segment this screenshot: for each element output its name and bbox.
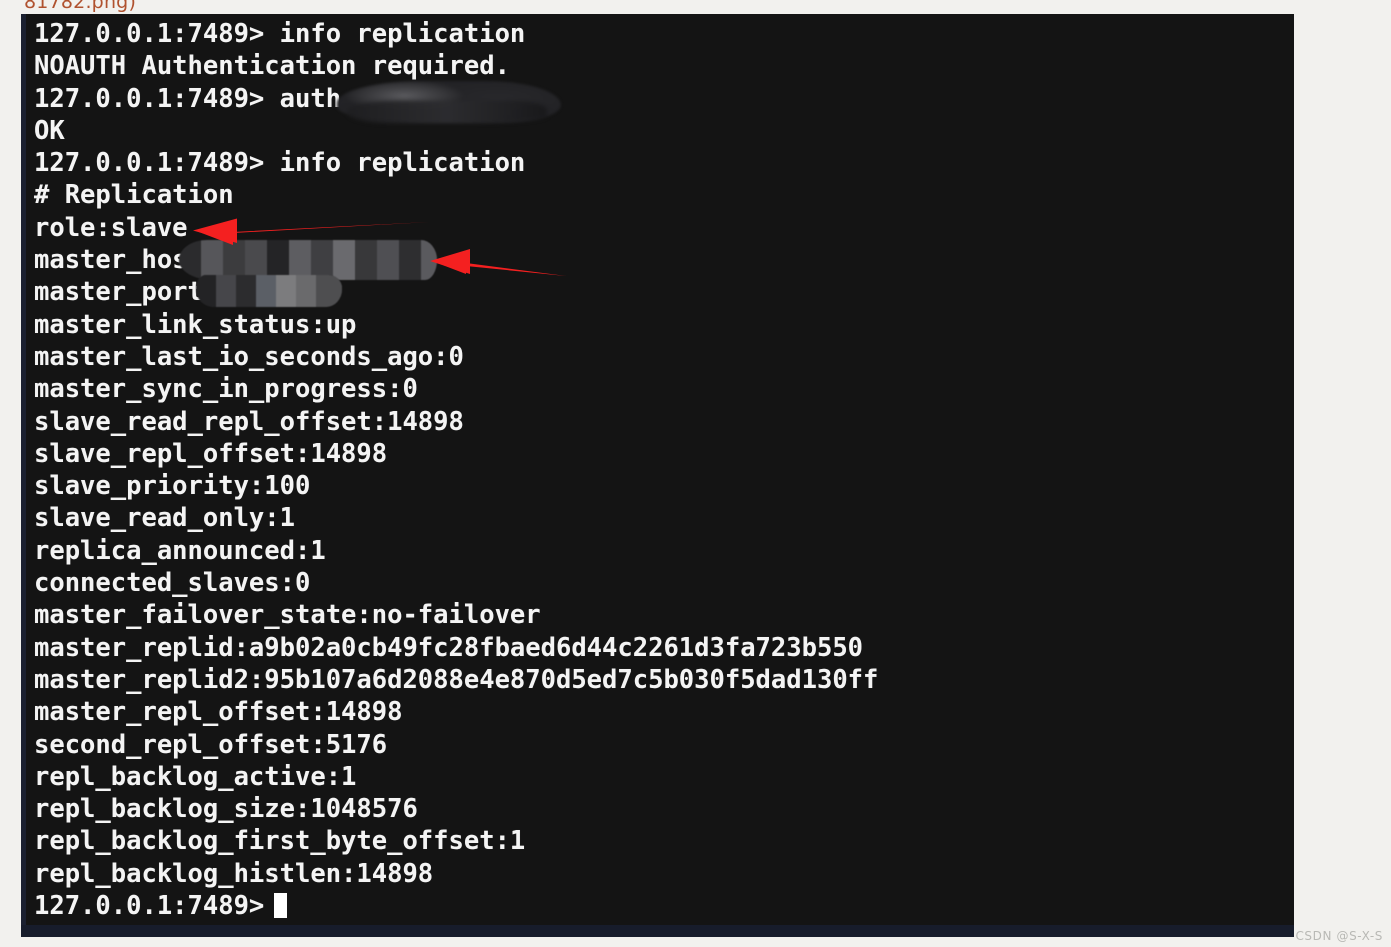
terminal-line-master-failover-state: master_failover_state:no-failover xyxy=(34,600,541,631)
terminal-line-repl-backlog-first-byte: repl_backlog_first_byte_offset:1 xyxy=(34,826,526,857)
prompt-text: 127.0.0.1:7489> xyxy=(34,891,265,922)
terminal-line-role: role:slave xyxy=(34,212,188,243)
terminal-line-slave-read-only: slave_read_only:1 xyxy=(34,503,295,534)
terminal-line-master-link-status: master_link_status:up xyxy=(34,309,357,340)
terminal-window[interactable]: 127.0.0.1:7489> info replication NOAUTH … xyxy=(21,14,1294,937)
csdn-watermark: CSDN @S-X-S xyxy=(1295,929,1383,943)
terminal-line-master-replid2: master_replid2:95b107a6d2088e4e870d5ed7c… xyxy=(34,664,879,695)
terminal-line-repl-backlog-size: repl_backlog_size:1048576 xyxy=(34,794,418,825)
terminal-line-master-sync-in-progress: master_sync_in_progress:0 xyxy=(34,374,418,405)
clipped-caption-text: 81782.png) xyxy=(24,0,137,13)
terminal-line-cmd-3: 127.0.0.1:7489> info replication xyxy=(34,148,526,179)
screenshot-root: 81782.png) 127.0.0.1:7489> info replicat… xyxy=(0,0,1391,947)
terminal-line-slave-read-repl-offset: slave_read_repl_offset:14898 xyxy=(34,406,464,437)
terminal-line-repl-backlog-histlen: repl_backlog_histlen:14898 xyxy=(34,858,434,889)
terminal-line-replica-announced: replica_announced:1 xyxy=(34,535,326,566)
terminal-output: 127.0.0.1:7489> info replication NOAUTH … xyxy=(34,18,1294,922)
terminal-line-master-last-io: master_last_io_seconds_ago:0 xyxy=(34,341,464,372)
text-cursor xyxy=(274,893,288,919)
terminal-line-master-port: master_port: xyxy=(34,277,219,308)
terminal-line-slave-priority: slave_priority:100 xyxy=(34,471,311,502)
terminal-line-section-replication: # Replication xyxy=(34,180,234,211)
terminal-line-cmd-1: 127.0.0.1:7489> info replication xyxy=(34,19,526,49)
terminal-prompt-line[interactable]: 127.0.0.1:7489> xyxy=(34,890,1294,922)
terminal-line-err-1: NOAUTH Authentication required. xyxy=(34,51,510,82)
terminal-line-second-repl-offset: second_repl_offset:5176 xyxy=(34,729,388,760)
terminal-line-ok-1: OK xyxy=(34,115,65,146)
terminal-line-repl-backlog-active: repl_backlog_active:1 xyxy=(34,761,357,792)
terminal-line-slave-repl-offset: slave_repl_offset:14898 xyxy=(34,438,388,469)
terminal-line-connected-slaves: connected_slaves:0 xyxy=(34,568,311,599)
terminal-line-cmd-2: 127.0.0.1:7489> auth xyxy=(34,83,357,114)
terminal-line-master-repl-offset: master_repl_offset:14898 xyxy=(34,697,403,728)
terminal-line-master-host: master_host: xyxy=(34,245,219,276)
terminal-bottom-strip xyxy=(21,925,1294,937)
terminal-line-master-replid: master_replid:a9b02a0cb49fc28fbaed6d44c2… xyxy=(34,632,864,663)
